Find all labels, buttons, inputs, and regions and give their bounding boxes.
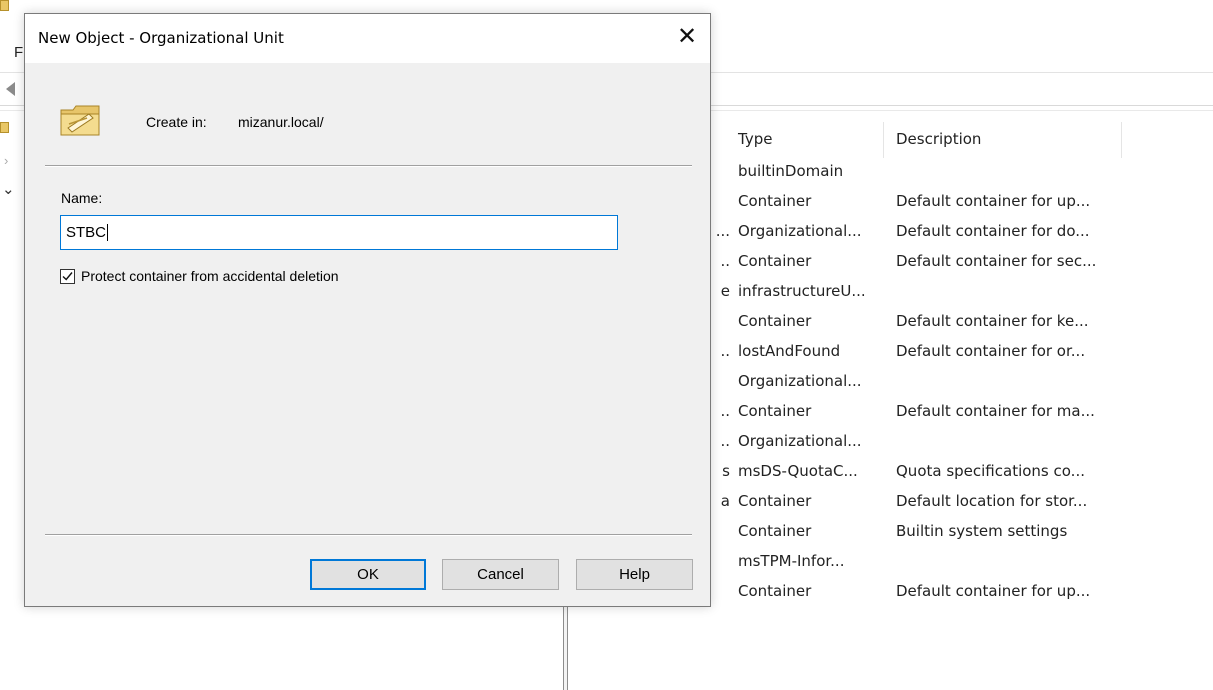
column-header-description[interactable]: Description bbox=[896, 130, 981, 148]
list-item-description: Default container for or... bbox=[896, 342, 1086, 360]
column-separator[interactable] bbox=[883, 122, 884, 158]
list-item[interactable]: .. lostAndFound Default container for or..… bbox=[700, 342, 1213, 372]
list-item-description: Default location for stor... bbox=[896, 492, 1088, 510]
list-item-type: msTPM-Infor... bbox=[738, 552, 845, 570]
list-item[interactable]: .. Container Default container for sec... bbox=[700, 252, 1213, 282]
protect-deletion-label: Protect container from accidental deleti… bbox=[81, 268, 339, 284]
tree-folder-icon[interactable] bbox=[0, 122, 9, 133]
list-item-type: Organizational... bbox=[738, 372, 862, 390]
list-item[interactable]: Container Default container for up... bbox=[700, 192, 1213, 222]
menu-file[interactable]: F bbox=[14, 44, 23, 61]
list-item-type: infrastructureU... bbox=[738, 282, 866, 300]
list-item-description: Default container for up... bbox=[896, 582, 1091, 600]
list-item-type: lostAndFound bbox=[738, 342, 841, 360]
object-list: Type Description builtinDomain Container D… bbox=[700, 0, 1213, 690]
checkmark-icon bbox=[62, 271, 73, 281]
bottom-separator bbox=[45, 534, 692, 536]
list-item-description: Default container for sec... bbox=[896, 252, 1097, 270]
name-label: Name: bbox=[61, 190, 103, 206]
list-item-type: Container bbox=[738, 192, 812, 210]
list-item-description: Default container for up... bbox=[896, 192, 1091, 210]
list-item-type: builtinDomain bbox=[738, 162, 844, 180]
list-item[interactable]: Organizational... bbox=[700, 372, 1213, 402]
list-item-type: Organizational... bbox=[738, 432, 862, 450]
organizational-unit-icon bbox=[60, 105, 100, 136]
list-item-description: Quota specifications co... bbox=[896, 462, 1085, 480]
list-item-type: Container bbox=[738, 582, 812, 600]
dialog-title: New Object - Organizational Unit bbox=[38, 29, 284, 47]
list-item-description: Default container for do... bbox=[896, 222, 1090, 240]
protect-deletion-checkbox[interactable] bbox=[60, 268, 75, 284]
list-item-type: Organizational... bbox=[738, 222, 862, 240]
column-separator[interactable] bbox=[1121, 122, 1122, 158]
list-item-type: Container bbox=[738, 402, 812, 420]
name-field[interactable]: STBC bbox=[60, 215, 618, 250]
list-item[interactable]: msTPM-Infor... bbox=[700, 552, 1213, 582]
list-item[interactable]: Container Default container for ke... bbox=[700, 312, 1213, 342]
name-field-value: STBC bbox=[66, 224, 107, 241]
list-item[interactable]: Container Default container for up... bbox=[700, 582, 1213, 612]
chevron-down-icon[interactable]: ⌄ bbox=[2, 180, 15, 198]
chevron-right-icon[interactable]: › bbox=[4, 153, 8, 168]
list-header: Type Description bbox=[700, 122, 1213, 158]
cancel-button[interactable]: Cancel bbox=[442, 559, 559, 590]
list-item[interactable]: a Container Default location for stor... bbox=[700, 492, 1213, 522]
list-item[interactable]: Container Builtin system settings bbox=[700, 522, 1213, 552]
pane-splitter[interactable] bbox=[563, 600, 568, 690]
text-caret bbox=[107, 224, 109, 241]
list-item-description: Default container for ke... bbox=[896, 312, 1089, 330]
list-item[interactable]: e infrastructureU... bbox=[700, 282, 1213, 312]
list-item[interactable]: ... Organizational... Default container fo… bbox=[700, 222, 1213, 252]
list-item[interactable]: s msDS-QuotaC... Quota specifications co..… bbox=[700, 462, 1213, 492]
list-item[interactable]: .. Container Default container for ma... bbox=[700, 402, 1213, 432]
app-folder-icon bbox=[0, 0, 9, 11]
close-icon[interactable]: ✕ bbox=[664, 14, 710, 59]
top-separator bbox=[45, 165, 692, 167]
list-item[interactable]: .. Organizational... bbox=[700, 432, 1213, 462]
dialog-titlebar[interactable]: New Object - Organizational Unit ✕ bbox=[25, 14, 710, 63]
protect-deletion-option[interactable]: Protect container from accidental deleti… bbox=[60, 268, 339, 284]
create-in-path: mizanur.local/ bbox=[238, 114, 324, 130]
help-button[interactable]: Help bbox=[576, 559, 693, 590]
list-item-type: msDS-QuotaC... bbox=[738, 462, 858, 480]
list-item-type: Container bbox=[738, 252, 812, 270]
list-item-type: Container bbox=[738, 492, 812, 510]
column-header-type[interactable]: Type bbox=[738, 130, 772, 148]
list-item-description: Default container for ma... bbox=[896, 402, 1095, 420]
new-ou-dialog: New Object - Organizational Unit ✕ Creat… bbox=[24, 13, 711, 607]
list-item-type: Container bbox=[738, 312, 812, 330]
back-arrow-icon[interactable] bbox=[6, 82, 15, 96]
list-item[interactable]: builtinDomain bbox=[700, 162, 1213, 192]
ok-button[interactable]: OK bbox=[310, 559, 426, 590]
create-in-label: Create in: bbox=[146, 114, 207, 130]
list-item-type: Container bbox=[738, 522, 812, 540]
list-item-description: Builtin system settings bbox=[896, 522, 1068, 540]
